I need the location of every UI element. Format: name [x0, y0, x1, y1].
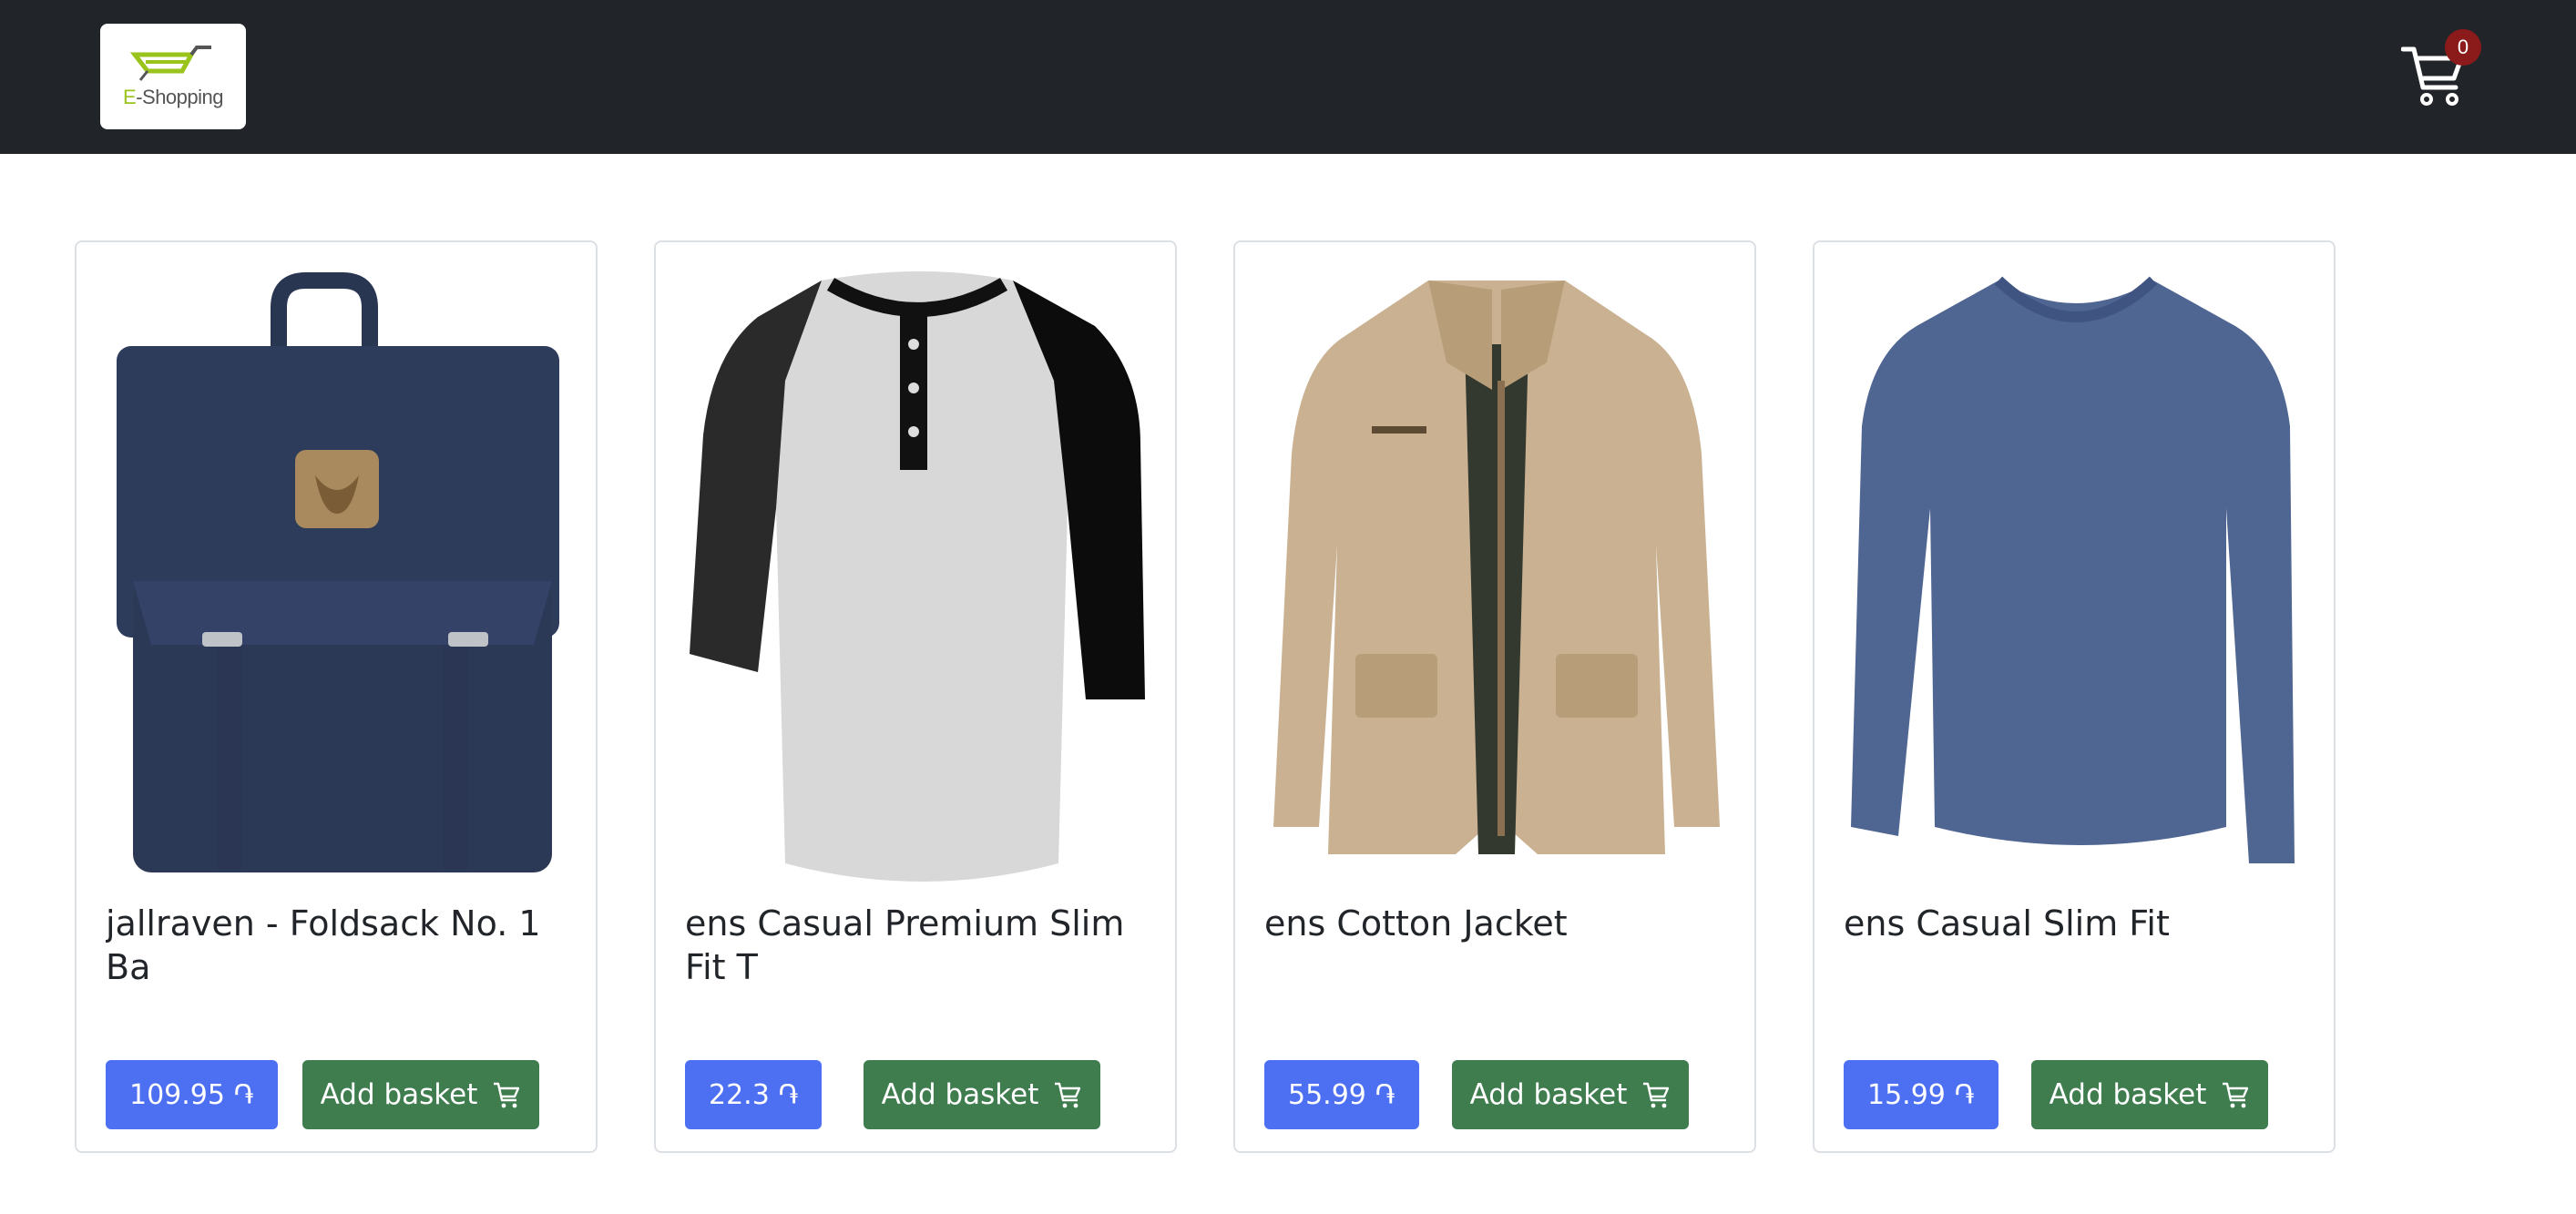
add-basket-button[interactable]: Add basket: [302, 1060, 539, 1129]
add-basket-button[interactable]: Add basket: [2031, 1060, 2268, 1129]
price-value: 15.99: [1867, 1078, 1946, 1111]
logo-text: E-Shopping: [123, 86, 223, 108]
cart-count-badge: 0: [2445, 29, 2481, 66]
add-basket-label: Add basket: [320, 1078, 478, 1111]
price-button[interactable]: 22.3 ֏: [685, 1060, 823, 1129]
currency-symbol: ֏: [1954, 1078, 1975, 1111]
price-button[interactable]: 55.99 ֏: [1264, 1060, 1419, 1129]
product-image-shirt[interactable]: [685, 271, 1150, 882]
product-title: ens Casual Premium Slim Fit T: [685, 903, 1125, 987]
currency-symbol: ֏: [233, 1078, 254, 1111]
product-image-backpack[interactable]: [106, 271, 570, 882]
site-logo[interactable]: E-Shopping: [100, 24, 246, 129]
price-value: 22.3: [709, 1078, 770, 1111]
cart-icon: [1643, 1082, 1670, 1108]
price-button[interactable]: 109.95 ֏: [106, 1060, 278, 1129]
add-basket-label: Add basket: [881, 1078, 1039, 1111]
cart-icon: [2223, 1082, 2249, 1108]
product-card: ens Casual Slim Fit 15.99 ֏ Add basket: [1813, 240, 2336, 1153]
add-basket-button[interactable]: Add basket: [864, 1060, 1100, 1129]
add-basket-label: Add basket: [1469, 1078, 1628, 1111]
product-card: ens Cotton Jacket 55.99 ֏ Add basket: [1233, 240, 1756, 1153]
cart-icon: [1055, 1082, 1081, 1108]
product-title: ens Casual Slim Fit: [1844, 903, 2170, 944]
price-value: 109.95: [129, 1078, 225, 1111]
price-value: 55.99: [1288, 1078, 1366, 1111]
product-title: ens Cotton Jacket: [1264, 903, 1568, 944]
cart-icon: [494, 1082, 520, 1108]
shopping-cart-logo-icon: [129, 46, 211, 81]
price-button[interactable]: 15.99 ֏: [1844, 1060, 1998, 1129]
add-basket-button[interactable]: Add basket: [1452, 1060, 1689, 1129]
currency-symbol: ֏: [1375, 1078, 1395, 1111]
navbar: E-Shopping 0: [0, 0, 2576, 154]
product-image-jacket[interactable]: [1264, 271, 1729, 882]
product-image-longsleeve[interactable]: [1844, 271, 2308, 882]
add-basket-label: Add basket: [2049, 1078, 2207, 1111]
currency-symbol: ֏: [778, 1078, 799, 1111]
product-card: jallraven - Foldsack No. 1 Ba 109.95 ֏ A…: [75, 240, 598, 1153]
product-card: ens Casual Premium Slim Fit T 22.3 ֏ Add…: [654, 240, 1177, 1153]
product-title: jallraven - Foldsack No. 1 Ba: [106, 903, 541, 987]
